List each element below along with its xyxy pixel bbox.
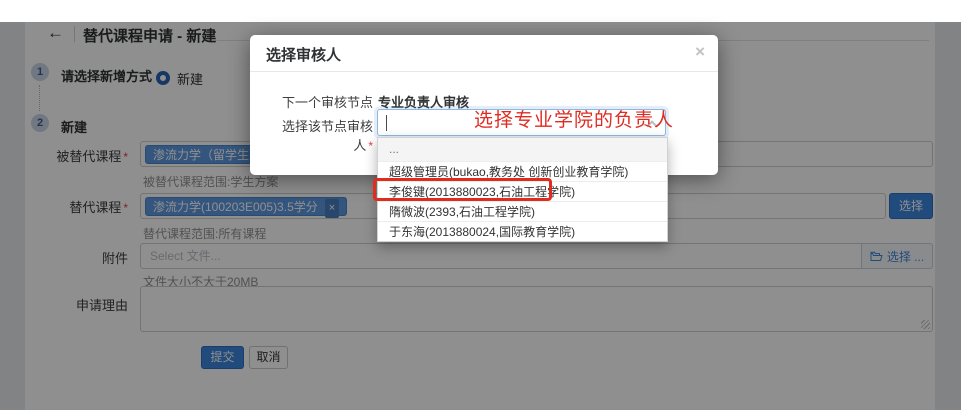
modal-header: 选择审核人 × bbox=[250, 35, 718, 72]
screen: ← 替代课程申请 - 新建 1 请选择新增方式 新建 2 新建 被替代课程* 渗… bbox=[0, 0, 961, 417]
next-node-label: 下一个审核节点 bbox=[270, 92, 373, 111]
dropdown-option[interactable]: ... bbox=[378, 138, 667, 161]
approver-label: 选择该节点审核人* bbox=[270, 116, 373, 154]
required-mark: * bbox=[368, 139, 373, 153]
modal-title: 选择审核人 bbox=[266, 44, 341, 65]
close-icon[interactable]: × bbox=[695, 42, 705, 62]
annotation-hint-text: 选择专业学院的负责人 bbox=[474, 105, 674, 132]
dropdown-option[interactable]: 隋微波(2393,石油工程学院) bbox=[378, 201, 667, 221]
approver-label-text: 选择该节点审核人 bbox=[282, 119, 373, 153]
dropdown-option[interactable]: 于东海(2013880024,国际教育学院) bbox=[378, 221, 667, 241]
text-caret bbox=[386, 115, 387, 131]
annotation-highlight-box bbox=[373, 178, 552, 201]
